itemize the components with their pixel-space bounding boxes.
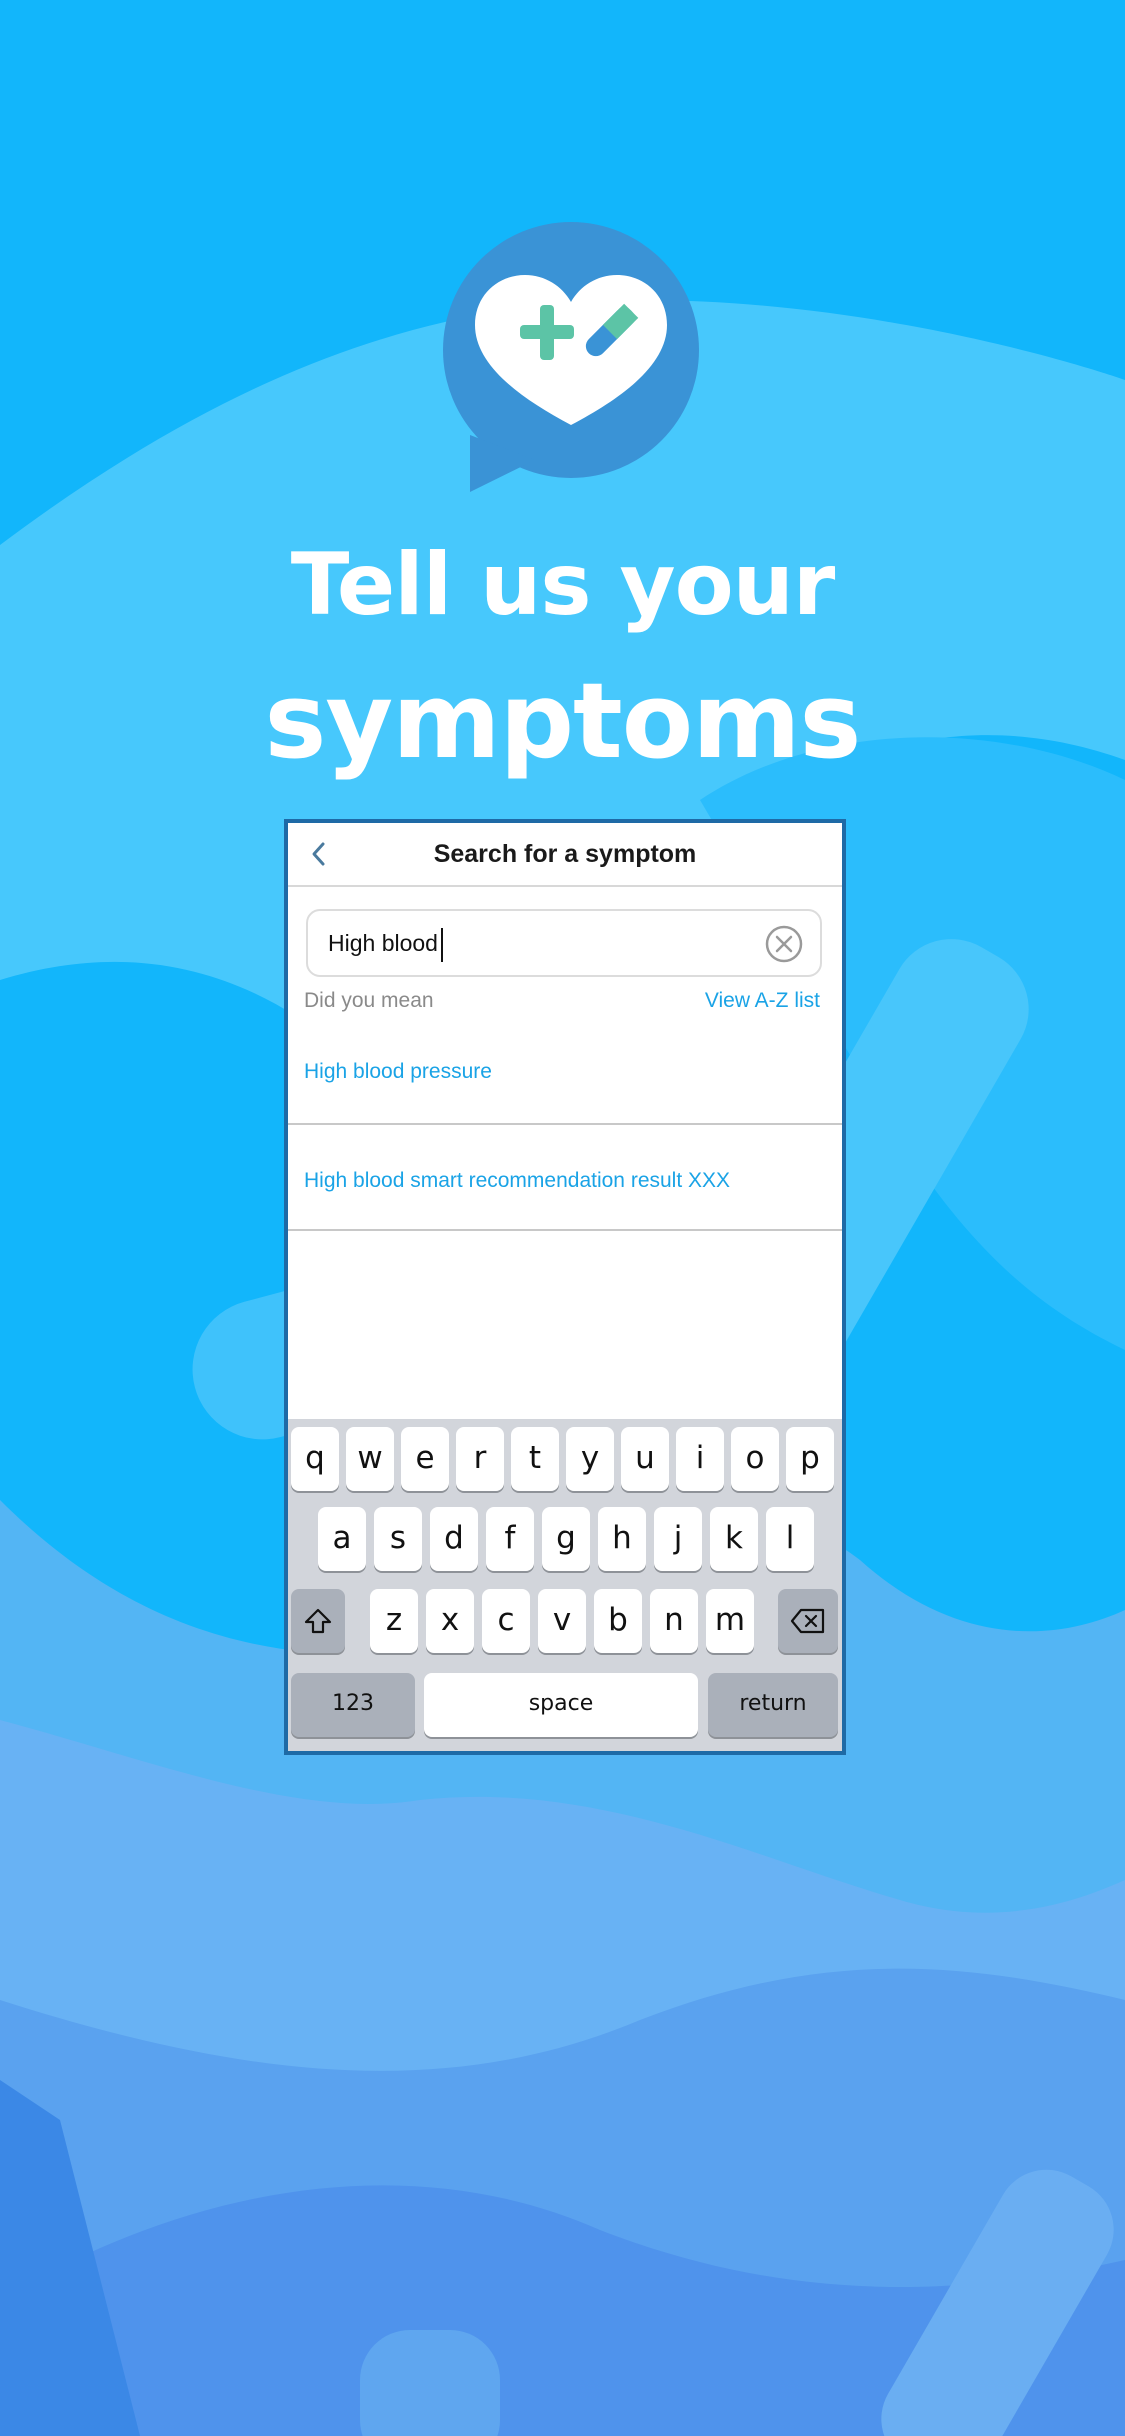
key-h[interactable]: h (598, 1507, 646, 1571)
key-n[interactable]: n (650, 1589, 698, 1653)
nav-bar: Search for a symptom (288, 823, 842, 887)
key-d[interactable]: d (430, 1507, 478, 1571)
numbers-key[interactable]: 123 (291, 1673, 415, 1737)
key-k[interactable]: k (710, 1507, 758, 1571)
symptom-search-input[interactable]: High blood (306, 909, 822, 977)
key-m[interactable]: m (706, 1589, 754, 1653)
headline-line-2: symptoms (264, 660, 862, 782)
key-q[interactable]: q (291, 1427, 339, 1491)
view-az-list-link[interactable]: View A-Z list (705, 989, 820, 1013)
result-item[interactable]: High blood pressure (288, 1023, 842, 1125)
app-logo-icon (443, 222, 699, 492)
delete-key[interactable] (778, 1589, 838, 1653)
key-b[interactable]: b (594, 1589, 642, 1653)
text-caret (440, 927, 443, 962)
clear-circle-icon[interactable] (764, 924, 804, 964)
key-a[interactable]: a (318, 1507, 366, 1571)
key-t[interactable]: t (511, 1427, 559, 1491)
key-x[interactable]: x (426, 1589, 474, 1653)
page-title: Search for a symptom (433, 840, 697, 868)
search-input-value[interactable]: High blood (328, 911, 443, 975)
key-w[interactable]: w (346, 1427, 394, 1491)
key-r[interactable]: r (456, 1427, 504, 1491)
key-v[interactable]: v (538, 1589, 586, 1653)
key-y[interactable]: y (566, 1427, 614, 1491)
key-c[interactable]: c (482, 1589, 530, 1653)
shift-key[interactable] (291, 1589, 345, 1653)
key-j[interactable]: j (654, 1507, 702, 1571)
key-f[interactable]: f (486, 1507, 534, 1571)
result-item[interactable]: High blood smart recommendation result X… (288, 1129, 842, 1231)
backspace-icon (790, 1608, 825, 1634)
keyboard: q w e r t y u i o p a s d f g h j k l z … (288, 1419, 842, 1751)
shift-icon (304, 1608, 332, 1634)
key-p[interactable]: p (786, 1427, 834, 1491)
key-s[interactable]: s (374, 1507, 422, 1571)
key-u[interactable]: u (621, 1427, 669, 1491)
did-you-mean-label: Did you mean (304, 989, 434, 1012)
key-g[interactable]: g (542, 1507, 590, 1571)
key-o[interactable]: o (731, 1427, 779, 1491)
key-i[interactable]: i (676, 1427, 724, 1491)
key-e[interactable]: e (401, 1427, 449, 1491)
key-l[interactable]: l (766, 1507, 814, 1571)
headline-line-1: Tell us your (290, 535, 836, 635)
phone-screen: Search for a symptom High blood Did you … (284, 819, 846, 1755)
space-key[interactable]: space (424, 1673, 698, 1737)
return-key[interactable]: return (708, 1673, 838, 1737)
key-z[interactable]: z (370, 1589, 418, 1653)
